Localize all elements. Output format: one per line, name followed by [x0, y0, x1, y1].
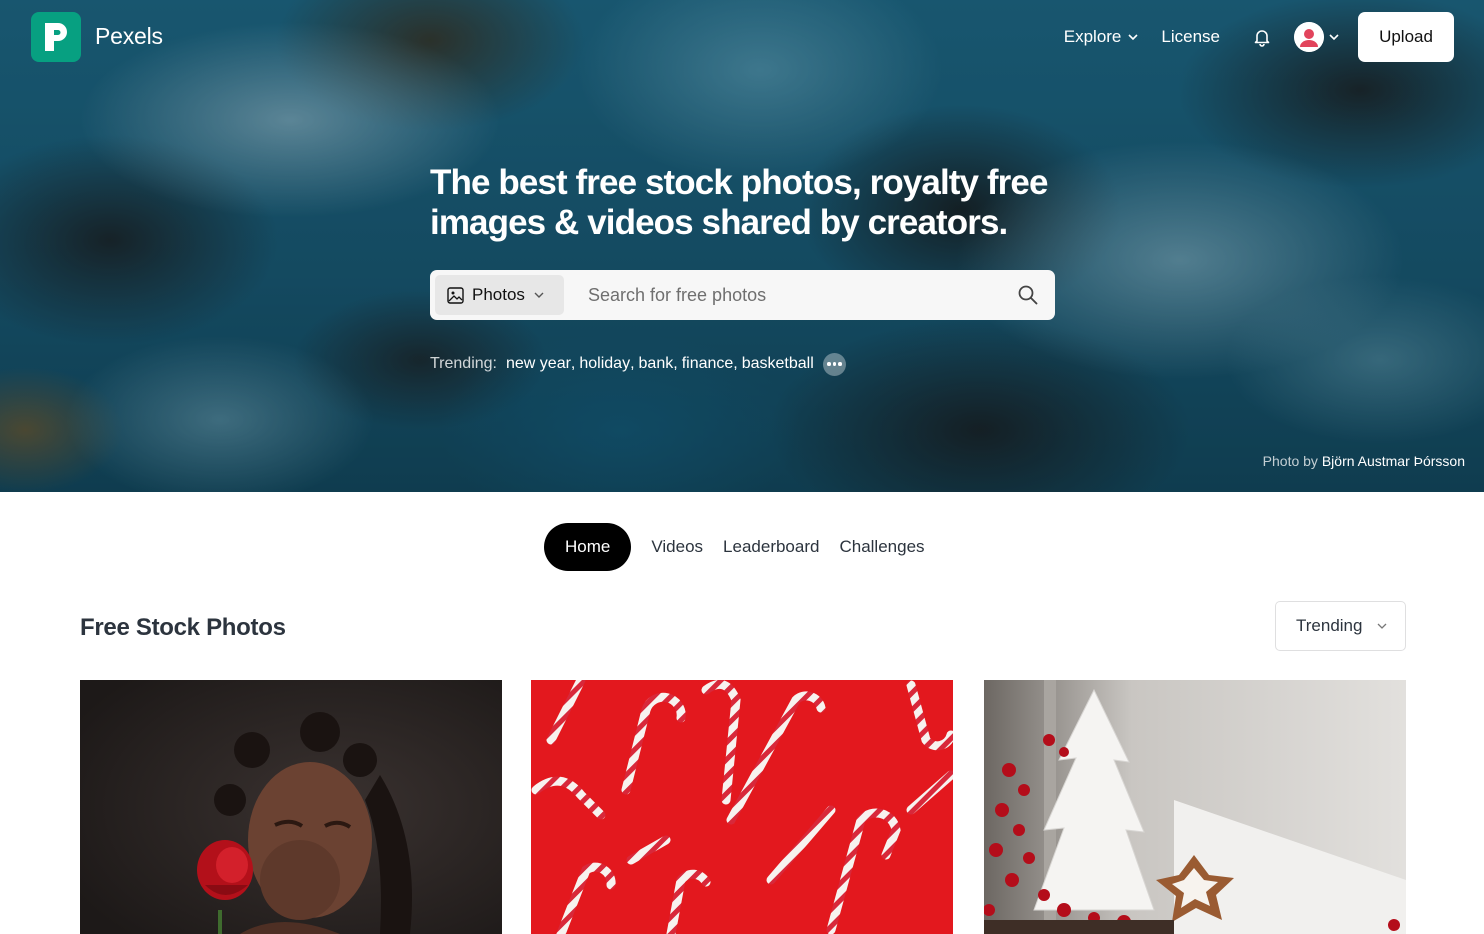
- bell-icon: [1254, 30, 1270, 47]
- user-menu[interactable]: [1294, 22, 1340, 52]
- search-button[interactable]: [1017, 284, 1039, 306]
- sort-value: Trending: [1296, 616, 1363, 635]
- notifications-button[interactable]: [1252, 27, 1272, 47]
- sort-select[interactable]: Trending: [1275, 601, 1406, 651]
- trending-searches: Trending: new year, holiday, bank, finan…: [430, 352, 846, 376]
- top-nav: Explore License Upload: [1064, 12, 1454, 62]
- trending-separator: ,: [673, 355, 678, 372]
- photographer-link[interactable]: Björn Austmar Þórsson: [1322, 453, 1465, 469]
- more-dots-icon: [832, 362, 837, 366]
- content-tabs: Home Videos Leaderboard Challenges: [544, 523, 935, 571]
- brand-name[interactable]: Pexels: [95, 23, 163, 50]
- photo-christmas-decor: [984, 680, 1406, 934]
- license-link[interactable]: License: [1161, 27, 1220, 47]
- credit-prefix: Photo by: [1262, 453, 1318, 469]
- tab-home[interactable]: Home: [544, 523, 632, 571]
- photo-card-woman-with-rose[interactable]: [80, 680, 502, 934]
- pexels-logo-icon: [45, 23, 67, 51]
- photo-card-candy-canes[interactable]: [531, 680, 953, 934]
- trending-label: Trending:: [430, 355, 497, 372]
- search-bar: Photos: [430, 270, 1055, 320]
- upload-button[interactable]: Upload: [1358, 12, 1454, 62]
- explore-label: Explore: [1063, 27, 1122, 46]
- tab-challenges[interactable]: Challenges: [829, 537, 934, 557]
- trending-item[interactable]: holiday: [579, 355, 630, 373]
- pexels-logo[interactable]: [31, 12, 81, 62]
- search-input[interactable]: [588, 284, 988, 306]
- hero-banner: Pexels Explore License Upload The best f…: [0, 0, 1484, 492]
- chevron-down-icon: [1378, 623, 1387, 629]
- tab-leaderboard[interactable]: Leaderboard: [713, 537, 829, 557]
- search-icon: [1018, 285, 1038, 305]
- more-dots-icon: [838, 362, 842, 366]
- photo-woman-with-rose: [80, 680, 502, 934]
- trending-item[interactable]: finance: [682, 355, 734, 373]
- trending-item[interactable]: new year: [506, 355, 571, 373]
- photo-credit: Photo by Björn Austmar Þórsson: [1263, 453, 1465, 469]
- trending-separator: ,: [570, 355, 576, 372]
- hero-headline: The best free stock photos, royalty free…: [430, 163, 1048, 242]
- explore-menu[interactable]: Explore: [1064, 27, 1140, 47]
- tab-videos[interactable]: Videos: [641, 537, 713, 557]
- photo-card-christmas-decor[interactable]: [984, 680, 1406, 934]
- trending-separator: ,: [630, 355, 635, 372]
- chevron-down-icon: [1329, 34, 1339, 41]
- search-type-select[interactable]: Photos: [435, 275, 564, 315]
- more-dots-icon: [827, 362, 831, 366]
- trending-separator: ,: [733, 355, 738, 372]
- avatar: [1294, 22, 1324, 52]
- more-trending-button[interactable]: [822, 352, 846, 376]
- chevron-down-icon: [534, 292, 544, 298]
- search-type-label: Photos: [472, 285, 525, 304]
- section-title: Free Stock Photos: [80, 614, 286, 641]
- user-icon: [1294, 22, 1324, 52]
- photo-candy-canes: [531, 680, 953, 934]
- image-icon: [447, 286, 464, 304]
- trending-item[interactable]: basketball: [742, 355, 814, 373]
- trending-item[interactable]: bank: [639, 355, 674, 373]
- chevron-down-icon: [1128, 34, 1138, 41]
